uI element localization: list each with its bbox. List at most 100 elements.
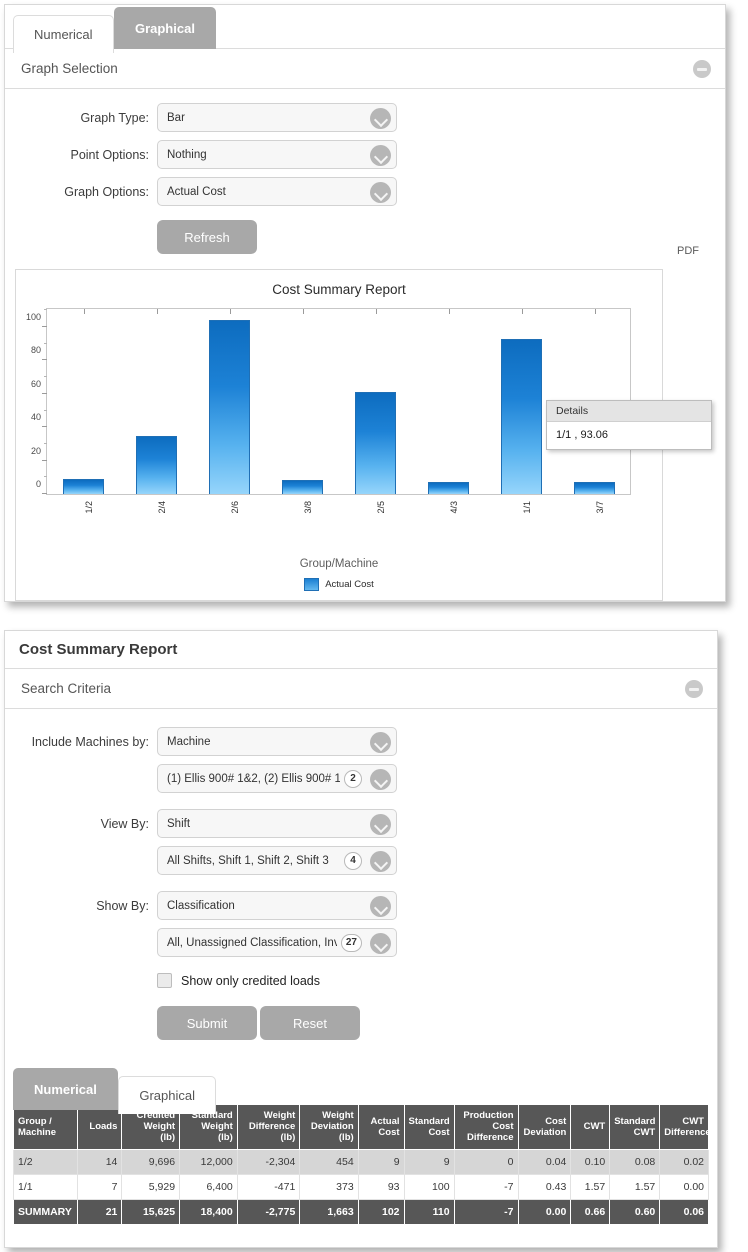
cell-cost-deviation: 0.43 [517,1173,572,1200]
chevron-down-icon[interactable] [370,769,391,790]
results-tabstrip: Numerical Graphical [5,1066,717,1114]
minus-circle-icon[interactable] [685,680,703,698]
summary-cwt-difference: 0.06 [659,1198,709,1225]
bar-4[interactable] [355,391,396,494]
y-minor-tick [44,309,47,311]
refresh-button[interactable]: Refresh [157,220,257,254]
include-machines-select[interactable]: Machine [157,727,397,756]
row-label-link[interactable]: 1/1 [13,1173,78,1200]
show-only-credited-loads-label: Show only credited loads [181,973,320,988]
graph-options-select[interactable]: Actual Cost [157,177,397,206]
cell-weight-difference: -471 [236,1173,301,1200]
col-weight-deviation[interactable]: Weight Deviation (lb) [299,1104,359,1150]
point-options-select[interactable]: Nothing [157,140,397,169]
graph-selection-title: Graph Selection [21,61,118,76]
submit-button[interactable]: Submit [157,1006,257,1040]
col-standard-cost[interactable]: Standard Cost [403,1104,455,1150]
pdf-link[interactable]: PDF [677,245,699,257]
col-weight-difference[interactable]: Weight Difference (lb) [236,1104,301,1150]
bar-5[interactable] [428,481,469,494]
checkbox-icon[interactable] [157,973,172,988]
x-tick-label-4: 2/5 [375,501,386,514]
chevron-down-icon[interactable] [370,851,391,872]
y-tick-label: 100 [25,312,41,323]
summary-cost-deviation: 0.00 [517,1198,572,1225]
shifts-list-select[interactable]: All Shifts, Shift 1, Shift 2, Shift 3 4 [157,846,397,875]
bar-0[interactable] [63,478,104,494]
point-options-value: Nothing [167,148,207,161]
y-minor-tick [44,376,47,378]
bar-6[interactable] [501,338,542,494]
view-by-row: View By: Shift [5,809,717,838]
col-production-cost-difference[interactable]: Production Cost Difference [453,1104,519,1150]
y-tickmark [42,326,47,328]
cell-cost-deviation: 0.04 [517,1148,572,1175]
col-cost-deviation[interactable]: Cost Deviation [517,1104,572,1150]
reset-button[interactable]: Reset [260,1006,360,1040]
cost-summary-table: Group / Machine Loads Credited Weight (l… [13,1104,711,1225]
summary-label: SUMMARY [13,1198,78,1225]
minus-circle-icon[interactable] [693,60,711,78]
cell-production-cost-difference: 0 [453,1148,519,1175]
summary-actual-cost: 102 [357,1198,405,1225]
legend-label-actual-cost: Actual Cost [325,579,374,590]
cell-standard-cost: 100 [403,1173,455,1200]
chart-tooltip: Details 1/1 , 93.06 [546,400,712,450]
cell-loads: 7 [76,1173,123,1200]
graph-tabstrip: Numerical Graphical [5,5,725,53]
cell-standard-cost: 9 [403,1148,455,1175]
y-minor-tick [44,409,47,411]
chevron-down-icon[interactable] [370,814,391,835]
bar-1[interactable] [136,435,177,494]
col-group-machine[interactable]: Group / Machine [13,1104,78,1150]
y-minor-tick [44,442,47,444]
classification-list-row: All, Unassigned Classification, Invali..… [5,928,717,957]
include-machines-value: Machine [167,735,211,748]
graph-type-select[interactable]: Bar [157,103,397,132]
machines-list-select[interactable]: (1) Ellis 900# 1&2, (2) Ellis 900# 1&2 2 [157,764,397,793]
tab-numerical-top[interactable]: Numerical [13,15,114,53]
col-standard-cwt[interactable]: Standard CWT [609,1104,661,1150]
show-only-credited-loads-checkbox[interactable]: Show only credited loads [157,973,320,988]
chevron-down-icon[interactable] [370,896,391,917]
chevron-down-icon[interactable] [370,182,391,203]
page-title: Cost Summary Report [5,631,717,669]
point-options-row: Point Options: Nothing [5,140,725,169]
tab-numerical-bottom[interactable]: Numerical [13,1068,118,1110]
include-machines-label: Include Machines by: [31,734,149,749]
machines-count-badge: 2 [344,769,362,788]
y-tick-label: 80 [30,345,41,356]
chevron-down-icon[interactable] [370,108,391,129]
col-loads[interactable]: Loads [76,1104,123,1150]
show-by-select[interactable]: Classification [157,891,397,920]
graph-type-label: Graph Type: [80,110,149,125]
tab-graphical-top[interactable]: Graphical [113,7,216,49]
chevron-down-icon[interactable] [370,732,391,753]
chevron-down-icon[interactable] [370,145,391,166]
bar-2[interactable] [209,319,250,494]
summary-weight-deviation: 1,663 [299,1198,359,1225]
view-by-select[interactable]: Shift [157,809,397,838]
summary-production-cost-difference: -7 [453,1198,519,1225]
x-tickmark [229,309,231,314]
col-cwt[interactable]: CWT [570,1104,611,1150]
x-tickmark [449,309,450,314]
legend-swatch-actual-cost [304,578,320,591]
cell-actual-cost: 9 [357,1148,405,1175]
bar-3[interactable] [282,479,323,494]
row-label-link[interactable]: 1/2 [13,1148,78,1175]
cell-weight-deviation: 454 [299,1148,359,1175]
view-by-label: View By: [100,816,149,831]
tab-graphical-bottom[interactable]: Graphical [118,1076,216,1114]
graph-selection-header: Graph Selection [5,49,725,89]
col-actual-cost[interactable]: Actual Cost [357,1104,405,1150]
cell-weight-difference: -2,304 [236,1148,301,1175]
screen: Numerical Graphical Graph Selection Grap… [0,0,748,1252]
chevron-down-icon[interactable] [370,933,391,954]
classification-list-select[interactable]: All, Unassigned Classification, Invali..… [157,928,397,957]
cell-actual-cost: 93 [357,1173,405,1200]
col-cwt-difference[interactable]: CWT Difference [659,1104,711,1150]
graph-selection-form: Graph Type: Bar Point Options: Nothing G… [5,89,725,268]
summary-standard-cost: 110 [403,1198,455,1225]
bar-7[interactable] [574,482,615,494]
